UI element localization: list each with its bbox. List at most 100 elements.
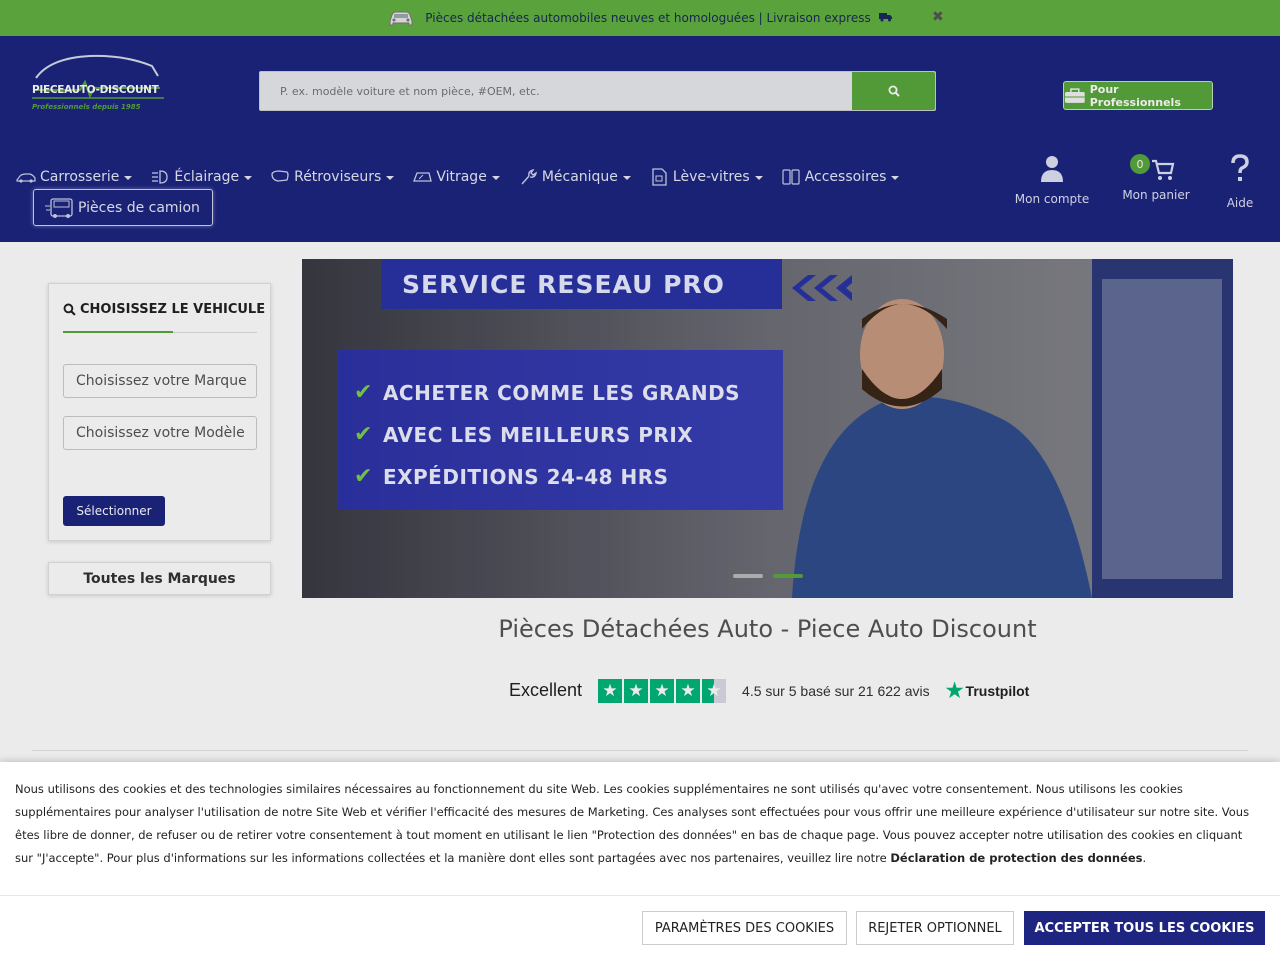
nav-label: Carrosserie <box>40 169 120 185</box>
help-link[interactable]: Aide <box>1218 154 1262 210</box>
cookie-end: . <box>1142 851 1147 865</box>
banner-item: ✔ ACHETER COMME LES GRANDS <box>354 380 741 405</box>
nav-eclairage[interactable]: Éclairage <box>150 166 253 188</box>
trustpilot-widget[interactable]: Excellent ★ ★ ★ ★ ★ 4.5 sur 5 basé sur 2… <box>509 678 1029 703</box>
check-icon: ✔ <box>354 380 373 405</box>
select-vehicle-button[interactable]: Sélectionner <box>63 496 165 526</box>
truck-icon <box>878 12 893 25</box>
chevrons-left-icon <box>792 275 852 301</box>
nav-accessoires[interactable]: Accessoires <box>781 166 900 188</box>
cart-label: Mon panier <box>1122 188 1190 202</box>
star-icon: ★ <box>624 678 649 703</box>
nav-label: Rétroviseurs <box>294 169 382 185</box>
site-header: PIECEAUTO-DISCOUNT Professionnels depuis… <box>0 36 1280 242</box>
seat-covers-icon <box>782 169 800 185</box>
question-icon <box>1231 154 1249 181</box>
mirror-icon <box>271 170 289 182</box>
trustpilot-brand: Trustpilot <box>965 682 1030 699</box>
close-icon[interactable]: ✖ <box>932 9 944 25</box>
check-icon: ✔ <box>354 422 373 447</box>
banner-list: ✔ ACHETER COMME LES GRANDS ✔ AVEC LES MEIL… <box>338 350 783 510</box>
windshield-icon <box>413 172 433 182</box>
account-link[interactable]: Mon compte <box>1008 154 1096 206</box>
page-title: Pièces Détachées Auto - Piece Auto Disco… <box>498 615 1037 643</box>
truck-parts-button[interactable]: Pièces de camion <box>33 189 213 226</box>
window-regulator-icon <box>652 168 667 186</box>
chevron-down-icon <box>622 176 631 180</box>
carousel-dot-2[interactable] <box>773 574 803 578</box>
cookie-text: Nous utilisons des cookies et des techno… <box>15 778 1255 870</box>
vehicle-title-text: CHOISISSEZ LE VEHICULE <box>80 302 266 317</box>
svg-text:PIECEAUTO-DISCOUNT: PIECEAUTO-DISCOUNT <box>32 84 160 96</box>
promo-bar: Pièces détachées automobiles neuves et h… <box>0 0 1280 36</box>
briefcase-icon <box>1064 87 1085 103</box>
search-bar <box>259 71 936 111</box>
cookie-settings-button[interactable]: PARAMÈTRES DES COOKIES <box>642 911 847 945</box>
search-input[interactable] <box>260 72 852 110</box>
check-icon: ✔ <box>354 464 373 489</box>
carousel-dot-1[interactable] <box>733 574 763 578</box>
star-half-icon: ★ <box>702 678 727 703</box>
reject-optional-button[interactable]: REJETER OPTIONNEL <box>856 911 1014 945</box>
truck-icon <box>45 197 73 218</box>
accept-all-cookies-button[interactable]: ACCEPTER TOUS LES COOKIES <box>1024 911 1265 945</box>
banner-item: ✔ AVEC LES MEILLEURS PRIX <box>354 422 694 447</box>
nav-retroviseurs[interactable]: Rétroviseurs <box>270 166 395 188</box>
star-icon: ★ <box>598 678 623 703</box>
help-label: Aide <box>1226 196 1254 210</box>
nav-label: Lève-vitres <box>672 169 750 185</box>
site-logo[interactable]: PIECEAUTO-DISCOUNT Professionnels depuis… <box>30 52 166 114</box>
chevron-down-icon <box>891 176 900 180</box>
account-label: Mon compte <box>1014 192 1090 206</box>
nav-label: Mécanique <box>541 169 618 185</box>
search-button[interactable] <box>852 72 935 110</box>
vehicle-selector: CHOISISSEZ LE VEHICULE Choisissez votre … <box>48 283 271 541</box>
section-divider <box>32 750 1248 751</box>
title-underline <box>63 331 173 333</box>
car-icon <box>389 11 413 26</box>
trustpilot-label: Excellent <box>509 680 583 700</box>
chevron-down-icon <box>244 176 253 180</box>
star-icon: ★ <box>945 680 964 702</box>
trustpilot-rating: 4.5 sur 5 basé sur 21 622 avis <box>742 682 930 699</box>
banner-title: SERVICE RESEAU PRO <box>381 259 782 309</box>
wrench-icon <box>521 168 537 185</box>
privacy-policy-link[interactable]: Déclaration de protection des données <box>890 851 1142 865</box>
svg-text:Professionnels depuis 1985: Professionnels depuis 1985 <box>32 103 141 111</box>
headlight-icon <box>152 170 168 184</box>
cart-icon <box>1152 159 1175 180</box>
user-icon <box>1041 156 1063 182</box>
chevron-down-icon <box>124 176 133 180</box>
chevron-down-icon <box>491 176 500 180</box>
main-content: CHOISISSEZ LE VEHICULE Choisissez votre … <box>0 242 1280 762</box>
pro-button-label: Pour Professionnels <box>1089 82 1181 109</box>
brand-select[interactable]: Choisissez votre Marque <box>63 364 257 398</box>
nav-label: Vitrage <box>436 169 487 185</box>
hero-banner[interactable]: SERVICE RESEAU PRO ✔ ACHETER COMME LES GR… <box>302 259 1233 598</box>
cookie-consent-banner: Nous utilisons des cookies et des techno… <box>0 762 1280 960</box>
model-select[interactable]: Choisissez votre Modèle <box>63 416 257 450</box>
star-icon: ★ <box>676 678 701 703</box>
cart-link[interactable]: 0 Mon panier <box>1116 154 1196 202</box>
nav-vitrage[interactable]: Vitrage <box>412 166 500 188</box>
cart-count-badge: 0 <box>1130 154 1150 174</box>
search-icon <box>888 85 900 97</box>
truck-parts-label: Pièces de camion <box>78 199 200 216</box>
car-body-icon <box>16 173 36 183</box>
nav-mecanique[interactable]: Mécanique <box>518 166 631 188</box>
chevron-down-icon <box>386 176 395 180</box>
nav-carrosserie[interactable]: Carrosserie <box>16 166 133 188</box>
nav-label: Éclairage <box>174 169 240 185</box>
vehicle-selector-title: CHOISISSEZ LE VEHICULE <box>63 302 265 317</box>
banner-item: ✔ EXPÉDITIONS 24-48 HRS <box>354 464 669 489</box>
trustpilot-stars: ★ ★ ★ ★ ★ <box>598 678 727 703</box>
nav-leve-vitres[interactable]: Lève-vitres <box>649 166 763 188</box>
cookie-divider <box>0 895 1280 896</box>
main-nav: Carrosserie Éclairage Rétroviseurs Vitra… <box>16 166 917 188</box>
star-icon: ★ <box>650 678 675 703</box>
chevron-down-icon <box>754 176 763 180</box>
nav-label: Accessoires <box>804 169 887 185</box>
all-brands-button[interactable]: Toutes les Marques <box>48 562 271 595</box>
search-icon <box>63 303 76 316</box>
pro-button[interactable]: Pour Professionnels <box>1063 81 1213 110</box>
